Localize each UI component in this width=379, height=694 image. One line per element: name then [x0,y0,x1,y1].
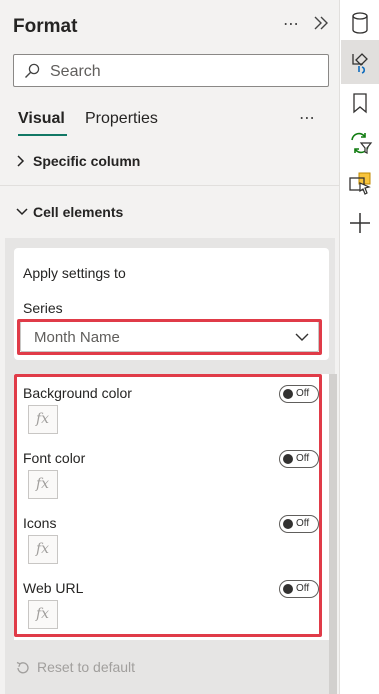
apply-settings-heading: Apply settings to [23,265,126,281]
search-placeholder: Search [50,63,101,80]
selection-pointer-icon[interactable] [347,170,373,196]
scrollbar[interactable] [329,374,337,694]
collapse-pane-icon[interactable] [311,13,331,33]
pane-title: Format [13,16,78,37]
reset-label: Reset to default [37,659,136,675]
format-paintbrush-icon[interactable] [347,50,373,76]
reset-to-default-button[interactable]: Reset to default [15,659,215,677]
search-input[interactable]: Search [13,54,329,87]
tab-properties[interactable]: Properties [85,110,158,128]
chevron-right-icon [17,155,25,167]
format-pane: Format ⋯ Search Visual Properties ⋯ Spec… [0,0,340,694]
data-cylinder-icon[interactable] [347,10,373,36]
section-label: Cell elements [33,204,124,220]
divider [0,185,340,186]
section-label: Specific column [33,153,141,169]
tabs-more-icon[interactable]: ⋯ [299,108,316,128]
chevron-down-icon [16,208,28,216]
section-cell-elements[interactable]: Cell elements [15,204,215,222]
highlight-box-options [14,374,322,637]
highlight-box-series [17,319,322,355]
series-label: Series [23,300,63,316]
undo-icon [16,661,29,674]
search-icon [25,63,40,78]
tab-visual[interactable]: Visual [18,110,65,128]
sync-filter-icon[interactable] [347,130,373,156]
more-options-icon[interactable]: ⋯ [283,14,300,34]
bookmark-icon[interactable] [347,90,373,116]
active-tab-indicator [18,134,67,136]
section-specific-column[interactable]: Specific column [15,153,215,171]
add-icon[interactable] [347,210,373,236]
